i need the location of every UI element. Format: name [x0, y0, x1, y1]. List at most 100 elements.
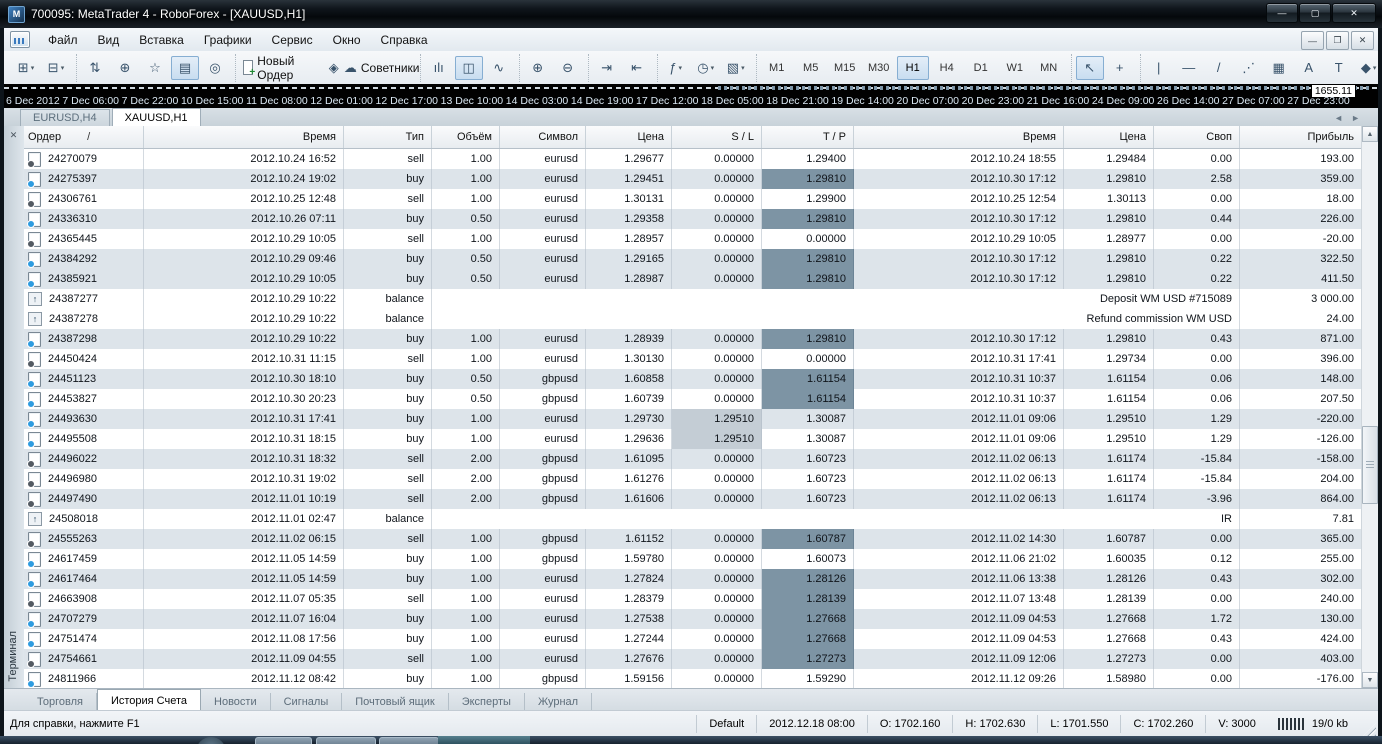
- cursor-button[interactable]: ↖: [1076, 56, 1104, 80]
- tab-scroll-arrows[interactable]: ◄►: [1334, 113, 1368, 123]
- table-row[interactable]: 248119662012.11.12 08:42buy1.00gbpusd1.5…: [24, 669, 1362, 689]
- terminal-tab-Сигналы[interactable]: Сигналы: [271, 693, 343, 711]
- menu-item-Вид[interactable]: Вид: [88, 30, 130, 50]
- trend-line-button[interactable]: /: [1205, 56, 1233, 80]
- auto-scroll-button[interactable]: ⇥: [593, 56, 621, 80]
- timeframe-M30-button[interactable]: M30: [863, 56, 895, 80]
- profiles-button[interactable]: ⊟▾: [42, 56, 70, 80]
- table-row[interactable]: 247072792012.11.07 16:04buy1.00eurusd1.2…: [24, 609, 1362, 629]
- text-label-button[interactable]: T: [1325, 56, 1353, 80]
- menu-item-Справка[interactable]: Справка: [371, 30, 438, 50]
- table-row[interactable]: 242753972012.10.24 19:02buy1.00eurusd1.2…: [24, 169, 1362, 189]
- new-chart-button[interactable]: ⊞▾: [12, 56, 40, 80]
- bar-chart-mode-button[interactable]: ılı: [425, 56, 453, 80]
- mdi-restore-button[interactable]: ❐: [1326, 31, 1349, 50]
- column-header-11[interactable]: Прибыль: [1240, 126, 1362, 148]
- timeframe-W1-button[interactable]: W1: [999, 56, 1031, 80]
- timeframe-MN-button[interactable]: MN: [1033, 56, 1065, 80]
- taskbar-item[interactable]: [316, 737, 376, 744]
- terminal-tab-История Счета[interactable]: История Счета: [97, 689, 201, 711]
- table-row[interactable]: 243842922012.10.29 09:46buy0.50eurusd1.2…: [24, 249, 1362, 269]
- column-header-2[interactable]: Тип: [344, 126, 432, 148]
- templates-button[interactable]: ▧▾: [722, 56, 750, 80]
- table-row[interactable]: 244955082012.10.31 18:15buy1.00eurusd1.2…: [24, 429, 1362, 449]
- indicators-button[interactable]: ƒ▾: [662, 56, 690, 80]
- menu-item-Файл[interactable]: Файл: [38, 30, 88, 50]
- timeframe-M5-button[interactable]: M5: [795, 56, 827, 80]
- column-header-4[interactable]: Символ: [500, 126, 586, 148]
- table-row[interactable]: 244960222012.10.31 18:32sell2.00gbpusd1.…: [24, 449, 1362, 469]
- vertical-scrollbar[interactable]: ▲ ▼: [1361, 126, 1378, 688]
- minimize-button[interactable]: —: [1266, 3, 1298, 23]
- mdi-close-button[interactable]: ✕: [1351, 31, 1374, 50]
- taskbar-item[interactable]: [255, 737, 312, 744]
- table-row[interactable]: 243872982012.10.29 10:22buy1.00eurusd1.2…: [24, 329, 1362, 349]
- maximize-button[interactable]: ▢: [1299, 3, 1331, 23]
- column-header-10[interactable]: Своп: [1154, 126, 1240, 148]
- column-header-3[interactable]: Объём: [432, 126, 500, 148]
- table-row[interactable]: 244936302012.10.31 17:41buy1.00eurusd1.2…: [24, 409, 1362, 429]
- table-row[interactable]: ↑245080182012.11.01 02:47balanceIR7.81: [24, 509, 1362, 529]
- chart-shift-button[interactable]: ⇤: [623, 56, 651, 80]
- table-row[interactable]: 244511232012.10.30 18:10buy0.50gbpusd1.6…: [24, 369, 1362, 389]
- resize-grip[interactable]: [1362, 723, 1376, 737]
- chart-tab-EURUSD,H4[interactable]: EURUSD,H4: [20, 109, 110, 126]
- timeframe-H1-button[interactable]: H1: [897, 56, 929, 80]
- zoom-in-button[interactable]: ⊕: [524, 56, 552, 80]
- menu-item-Сервис[interactable]: Сервис: [262, 30, 323, 50]
- horizontal-line-button[interactable]: —: [1175, 56, 1203, 80]
- table-row[interactable]: 244974902012.11.01 10:19sell2.00gbpusd1.…: [24, 489, 1362, 509]
- column-header-7[interactable]: T / P: [762, 126, 854, 148]
- menu-item-Окно[interactable]: Окно: [323, 30, 371, 50]
- strategy-tester-button[interactable]: ◎: [201, 56, 229, 80]
- new-order-button[interactable]: Новый Ордер: [240, 56, 318, 80]
- table-row[interactable]: 244504242012.10.31 11:15sell1.00eurusd1.…: [24, 349, 1362, 369]
- menu-item-Вставка[interactable]: Вставка: [129, 30, 194, 50]
- arrow-shapes-button[interactable]: ◆▾: [1355, 56, 1382, 80]
- terminal-tab-Журнал[interactable]: Журнал: [525, 693, 592, 711]
- close-button[interactable]: ✕: [1332, 3, 1376, 23]
- terminal-tab-Эксперты[interactable]: Эксперты: [449, 693, 525, 711]
- table-row[interactable]: 242700792012.10.24 16:52sell1.00eurusd1.…: [24, 149, 1362, 169]
- table-row[interactable]: ↑243872772012.10.29 10:22balanceDeposit …: [24, 289, 1362, 309]
- column-header-5[interactable]: Цена: [586, 126, 672, 148]
- column-header-0[interactable]: Ордер/: [24, 126, 144, 148]
- taskbar-item[interactable]: [438, 736, 530, 744]
- timeframe-M15-button[interactable]: M15: [829, 56, 861, 80]
- mdi-minimize-button[interactable]: —: [1301, 31, 1324, 50]
- table-row[interactable]: 243067612012.10.25 12:48sell1.00eurusd1.…: [24, 189, 1362, 209]
- table-row[interactable]: 246174642012.11.05 14:59buy1.00eurusd1.2…: [24, 569, 1362, 589]
- candlestick-mode-button[interactable]: ◫: [455, 56, 483, 80]
- table-row[interactable]: 243859212012.10.29 10:05buy0.50eurusd1.2…: [24, 269, 1362, 289]
- vertical-line-button[interactable]: |: [1145, 56, 1173, 80]
- line-chart-mode-button[interactable]: ∿: [485, 56, 513, 80]
- navigator-button[interactable]: ☆: [141, 56, 169, 80]
- expert-advisors-button[interactable]: ☁Советники: [350, 56, 414, 80]
- terminal-close-icon[interactable]: ✕: [7, 129, 20, 142]
- terminal-tab-Новости[interactable]: Новости: [201, 693, 271, 711]
- taskbar-item[interactable]: [379, 737, 439, 744]
- table-row[interactable]: ↑243872782012.10.29 10:22balanceRefund c…: [24, 309, 1362, 329]
- menu-item-Графики[interactable]: Графики: [194, 30, 262, 50]
- timeframe-M1-button[interactable]: M1: [761, 56, 793, 80]
- channels-grid-button[interactable]: ▦: [1265, 56, 1293, 80]
- market-watch-button[interactable]: ⇅: [81, 56, 109, 80]
- data-window-button[interactable]: ⊕: [111, 56, 139, 80]
- column-header-1[interactable]: Время: [144, 126, 344, 148]
- scroll-up-arrow-icon[interactable]: ▲: [1362, 126, 1378, 142]
- table-row[interactable]: 244969802012.10.31 19:02sell2.00gbpusd1.…: [24, 469, 1362, 489]
- table-row[interactable]: 247546612012.11.09 04:55sell1.00eurusd1.…: [24, 649, 1362, 669]
- terminal-tab-Почтовый ящик[interactable]: Почтовый ящик: [342, 693, 448, 711]
- text-button[interactable]: A: [1295, 56, 1323, 80]
- table-row[interactable]: 243363102012.10.26 07:11buy0.50eurusd1.2…: [24, 209, 1362, 229]
- terminal-tab-Торговля[interactable]: Торговля: [24, 693, 97, 711]
- column-header-6[interactable]: S / L: [672, 126, 762, 148]
- table-row[interactable]: 246174592012.11.05 14:59buy1.00gbpusd1.5…: [24, 549, 1362, 569]
- zoom-out-button[interactable]: ⊖: [554, 56, 582, 80]
- timeframe-D1-button[interactable]: D1: [965, 56, 997, 80]
- fibonacci-button[interactable]: ⋰: [1235, 56, 1263, 80]
- chart-tab-XAUUSD,H1[interactable]: XAUUSD,H1: [112, 108, 201, 126]
- timeframe-H4-button[interactable]: H4: [931, 56, 963, 80]
- table-row[interactable]: 244538272012.10.30 20:23buy0.50gbpusd1.6…: [24, 389, 1362, 409]
- crosshair-button[interactable]: +: [1106, 56, 1134, 80]
